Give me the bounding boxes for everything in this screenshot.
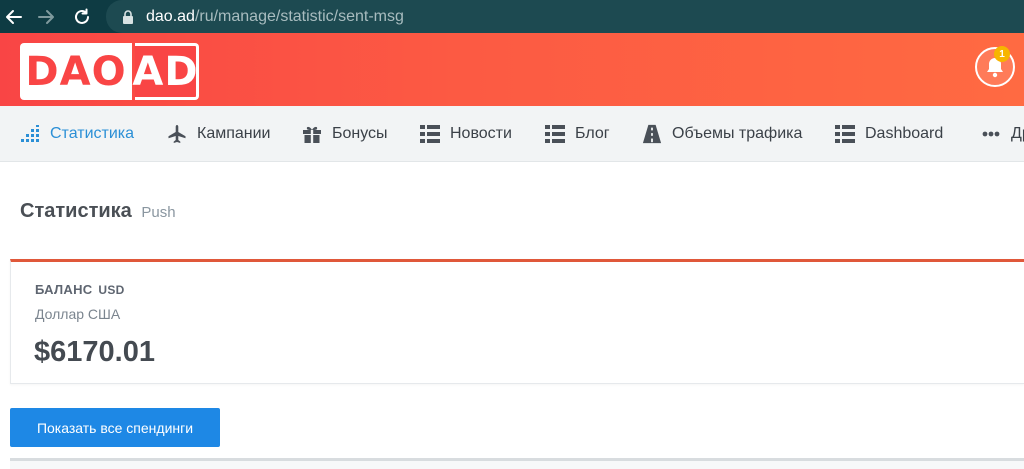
- url-path: /ru/manage/statistic/sent-msg: [194, 8, 404, 25]
- page-subtitle: Push: [141, 204, 176, 221]
- logo-ad: AD: [132, 43, 199, 100]
- menu-item-blog[interactable]: Блог: [545, 106, 610, 161]
- arrow-right-icon: [38, 9, 54, 24]
- lock-icon: [123, 10, 133, 24]
- menu-label: Статистика: [50, 125, 135, 142]
- menu-label: Кампании: [197, 125, 271, 142]
- menu-item-campaigns[interactable]: Кампании: [167, 106, 271, 161]
- menu-label: Объемы трафика: [672, 125, 803, 142]
- menu-item-more[interactable]: Др: [981, 106, 1024, 161]
- menu-item-news[interactable]: Новости: [420, 106, 512, 161]
- menu-label: Новости: [450, 125, 512, 142]
- list-icon: [835, 124, 855, 144]
- menu-item-statistics[interactable]: Статистика: [20, 106, 135, 161]
- arrow-left-icon: [6, 9, 22, 24]
- balance-label-text: БАЛАНС: [35, 282, 93, 297]
- logo-dao: DAO: [20, 43, 132, 100]
- address-bar[interactable]: dao.ad/ru/manage/statistic/sent-msg: [106, 0, 1024, 33]
- main-menu: Статистика Кампании Бонусы Новости Блог …: [0, 106, 1024, 162]
- gift-icon: [302, 124, 322, 144]
- balance-label: БАЛАНС USD: [35, 282, 125, 297]
- page-title-text: Статистика: [20, 200, 132, 222]
- balance-currency-name: Доллар США: [35, 306, 121, 322]
- menu-item-bonuses[interactable]: Бонусы: [302, 106, 388, 161]
- menu-label: Блог: [575, 125, 610, 142]
- menu-item-traffic-volumes[interactable]: Объемы трафика: [642, 106, 803, 161]
- airplane-icon: [167, 124, 187, 144]
- menu-item-dashboard[interactable]: Dashboard: [835, 106, 944, 161]
- site-header: DAO AD: [0, 33, 1024, 106]
- bar-chart-icon: [20, 124, 40, 144]
- balance-currency: USD: [98, 283, 125, 297]
- next-panel-edge: [10, 458, 1024, 469]
- reload-button[interactable]: [68, 0, 96, 33]
- url-domain: dao.ad: [146, 8, 195, 25]
- balance-amount: $6170.01: [34, 336, 155, 368]
- road-icon: [642, 124, 662, 144]
- notification-badge: 1: [994, 46, 1010, 62]
- back-button[interactable]: [0, 0, 28, 33]
- list-icon: [545, 124, 565, 144]
- menu-label: Dashboard: [865, 125, 944, 142]
- balance-card: БАЛАНС USD Доллар США $6170.01: [10, 259, 1024, 384]
- menu-label: Бонусы: [332, 125, 388, 142]
- more-dots-icon: [981, 124, 1001, 144]
- url-text: dao.ad/ru/manage/statistic/sent-msg: [146, 0, 404, 33]
- logo[interactable]: DAO AD: [20, 43, 199, 100]
- show-all-spendings-button[interactable]: Показать все спендинги: [10, 408, 220, 447]
- list-icon: [420, 124, 440, 144]
- reload-icon: [75, 8, 89, 24]
- page-title: Статистика Push: [20, 200, 176, 223]
- menu-label: Др: [1011, 125, 1024, 142]
- browser-toolbar: dao.ad/ru/manage/statistic/sent-msg: [0, 0, 1024, 33]
- forward-button[interactable]: [32, 0, 60, 33]
